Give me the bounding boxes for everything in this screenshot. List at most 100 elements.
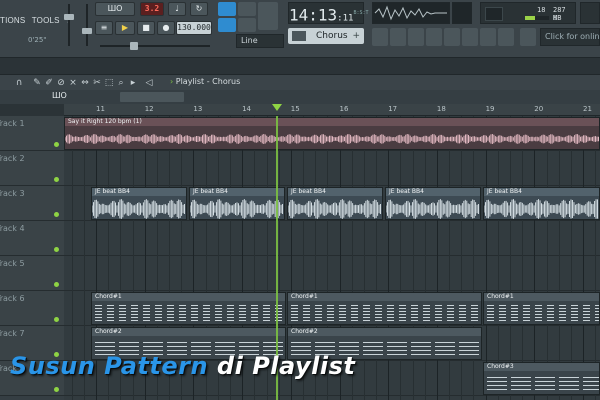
master-horizontal-slider[interactable] [100, 42, 210, 50]
link-icon[interactable] [218, 18, 236, 32]
time-ruler[interactable]: 11 12 13 14 15 16 17 18 19 20 21 [64, 104, 600, 116]
track-active-led[interactable] [54, 212, 59, 217]
online-news-ticker[interactable]: Click for onlin [540, 28, 600, 46]
slice-icon[interactable]: ✂ [92, 77, 102, 89]
chord-pattern-clip[interactable]: Chord#3 [483, 362, 600, 395]
track-header[interactable]: Track 2 [0, 151, 64, 186]
clip-note [399, 314, 406, 315]
piano-roll-window-icon[interactable] [390, 28, 406, 46]
snap-mode-select[interactable]: Line [236, 34, 284, 48]
track-header[interactable]: Track 3 [0, 186, 64, 221]
track-active-led[interactable] [54, 177, 59, 182]
cursor-icon[interactable] [238, 18, 256, 32]
stop-button[interactable]: ■ [137, 21, 155, 35]
pattern-mode-icon-small[interactable]: ШО [52, 91, 67, 100]
microphone-icon[interactable] [258, 2, 278, 30]
add-pattern-icon[interactable]: + [352, 28, 360, 44]
slider-knob[interactable] [82, 28, 92, 34]
zoom-icon[interactable]: ⌕ [116, 77, 126, 89]
pattern-icon [292, 31, 306, 41]
menu-tools[interactable]: TOOLS [32, 16, 60, 25]
clip-note [203, 305, 210, 306]
clip-note [411, 320, 418, 321]
clip-label: Chord#1 [288, 293, 481, 301]
playlist-window-icon[interactable] [372, 28, 388, 46]
track-active-led[interactable] [54, 142, 59, 147]
pencil-icon[interactable]: ✎ [32, 77, 42, 89]
ruler-bar-number: 13 [193, 105, 203, 113]
master-pitch-slider[interactable] [82, 4, 92, 46]
track-header[interactable]: Track 1 [0, 116, 64, 151]
mute-icon[interactable]: × [68, 77, 78, 89]
browser-window-icon[interactable] [462, 28, 478, 46]
clip-note [227, 311, 234, 312]
plugin-picker-icon[interactable] [444, 28, 460, 46]
pattern-song-toggle[interactable]: ШО [95, 2, 135, 16]
track-header[interactable]: Track 5 [0, 256, 64, 291]
menu-options[interactable]: TIONS [0, 16, 25, 25]
plug-icon[interactable] [480, 28, 496, 46]
clip-note [499, 305, 506, 306]
cpu-memory-panel[interactable]: 18 287 MB 8 [480, 2, 576, 24]
delete-icon[interactable]: ⊘ [56, 77, 66, 89]
playback-icon[interactable]: ▸ [128, 77, 138, 89]
playback-position-marker[interactable] [272, 104, 282, 111]
clip-note [315, 317, 322, 318]
audio-clip[interactable]: Say it Right 120 bpm (1) [64, 117, 600, 150]
clip-note [119, 320, 126, 321]
tempo-display[interactable]: 130.000 [176, 21, 212, 35]
slip-icon[interactable]: ⇔ [80, 77, 90, 89]
beat-pattern-clip[interactable]: JE beat BB4 [287, 187, 383, 220]
track-header[interactable]: Track 4 [0, 221, 64, 256]
clip-note [107, 311, 114, 312]
grid-beat-line [510, 116, 511, 400]
beat-pattern-clip[interactable]: JE beat BB4 [385, 187, 481, 220]
download-icon[interactable] [520, 28, 536, 46]
track-active-led[interactable] [54, 387, 59, 392]
loop-record-icon[interactable]: ↻ [190, 2, 208, 16]
studio-icon[interactable] [498, 28, 514, 46]
beat-pattern-clip[interactable]: JE beat BB4 [91, 187, 187, 220]
clip-note [143, 314, 150, 315]
mixer-window-icon[interactable] [426, 28, 442, 46]
song-time-clock[interactable]: 14:13:11B:S:T [288, 2, 369, 25]
track-header[interactable]: Track 6 [0, 291, 64, 326]
clip-note [411, 346, 431, 347]
play-button[interactable]: ▶ [115, 21, 135, 35]
track-active-led[interactable] [54, 282, 59, 287]
grid-bar-line [534, 116, 536, 400]
clip-note [119, 342, 139, 343]
chord-pattern-clip[interactable]: Chord#1 [287, 292, 482, 325]
clip-note [583, 314, 590, 315]
chord-pattern-clip[interactable]: Chord#1 [483, 292, 600, 325]
clip-note [167, 350, 187, 351]
clip-note [363, 305, 370, 306]
select-icon[interactable]: ⬚ [104, 77, 114, 89]
clip-note [447, 308, 454, 309]
track-active-led[interactable] [54, 317, 59, 322]
arrow-right-icon[interactable] [238, 2, 256, 16]
slider-knob[interactable] [64, 14, 74, 20]
clip-note [559, 320, 566, 321]
panel-expand-icon[interactable] [580, 2, 600, 24]
horizontal-scrollbar[interactable] [120, 92, 184, 102]
brush-icon[interactable]: ✐ [44, 77, 54, 89]
beat-pattern-clip[interactable]: JE beat BB4 [189, 187, 285, 220]
metronome-icon[interactable]: ♩ [168, 2, 186, 16]
clock-main: 14:13 [289, 5, 338, 25]
channel-rack-icon[interactable] [408, 28, 424, 46]
clip-note [167, 305, 174, 306]
master-volume-slider[interactable] [64, 4, 74, 46]
beat-pattern-clip[interactable]: JE beat BB4 [483, 187, 600, 220]
track-active-led[interactable] [54, 247, 59, 252]
pattern-mode-icon[interactable]: ≡ [95, 21, 113, 35]
record-button[interactable]: ● [157, 21, 175, 35]
pattern-selector[interactable]: Chorus + [288, 28, 364, 44]
magnet-icon[interactable]: ∩ [14, 77, 24, 89]
clip-note [595, 314, 599, 315]
chord-pattern-clip[interactable]: Chord#1 [91, 292, 286, 325]
slider-knob[interactable] [130, 42, 138, 50]
snap-grid-icon[interactable] [218, 2, 236, 16]
clip-note [583, 381, 599, 382]
speaker-icon[interactable]: ◁ [144, 77, 154, 89]
